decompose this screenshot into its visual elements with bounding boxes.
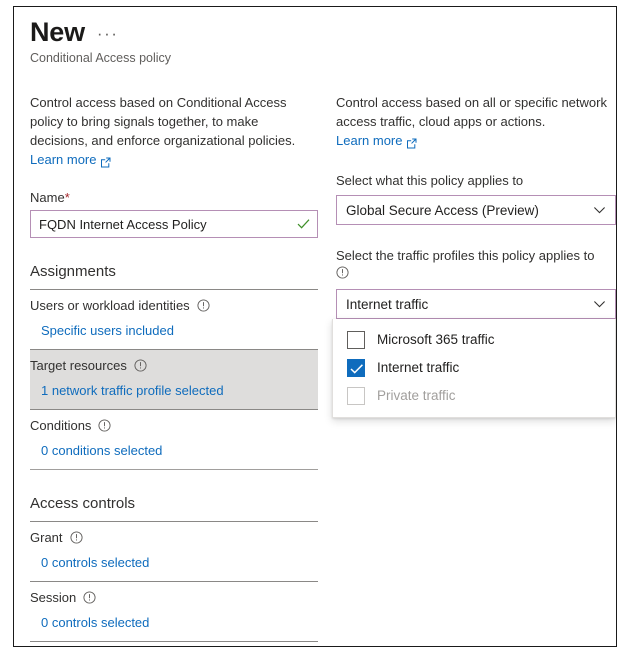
right-learn-more-label: Learn more: [336, 131, 402, 150]
valid-check-icon: [297, 218, 310, 231]
assignment-title-conditions-text: Conditions: [30, 417, 91, 434]
chevron-down-icon: [593, 298, 606, 311]
panel-header: New ··· Conditional Access policy: [30, 17, 590, 66]
assignment-title-users-text: Users or workload identities: [30, 297, 190, 314]
assignment-title-target-resources: Target resources: [30, 357, 318, 374]
control-title-session: Session: [30, 589, 318, 606]
control-block-session[interactable]: Session 0 controls selected: [30, 582, 318, 641]
external-link-icon: [100, 154, 111, 165]
conditional-access-policy-panel: New ··· Conditional Access policy Contro…: [13, 6, 617, 647]
checkbox-disabled-icon: [347, 387, 365, 405]
assignment-block-users[interactable]: Users or workload identities Specific us…: [30, 290, 318, 349]
required-asterisk: *: [65, 190, 70, 205]
assignment-link-wrapper-conditions: 0 conditions selected: [30, 441, 318, 460]
traffic-profiles-label-text: Select the traffic profiles this policy …: [336, 248, 594, 263]
control-block-grant[interactable]: Grant 0 controls selected: [30, 522, 318, 581]
traffic-profiles-info-wrapper: [336, 266, 616, 284]
traffic-profiles-label: Select the traffic profiles this policy …: [336, 247, 616, 284]
chevron-down-icon: [593, 204, 606, 217]
control-title-grant: Grant: [30, 529, 318, 546]
traffic-profiles-select[interactable]: Internet traffic: [336, 289, 616, 319]
dropdown-option-microsoft-365-traffic[interactable]: Microsoft 365 traffic: [333, 326, 615, 354]
dropdown-option-internet-traffic[interactable]: Internet traffic: [333, 354, 615, 382]
info-icon[interactable]: [336, 266, 349, 279]
info-icon[interactable]: [134, 359, 147, 372]
info-icon[interactable]: [83, 591, 96, 604]
control-link-grant[interactable]: 0 controls selected: [41, 553, 149, 572]
page-title: New: [30, 17, 85, 47]
checkbox-checked-icon[interactable]: [347, 359, 365, 377]
left-column: Control access based on Conditional Acce…: [30, 93, 318, 642]
checkbox-unchecked-icon[interactable]: [347, 331, 365, 349]
divider: [30, 469, 318, 470]
assignments-heading: Assignments: [30, 262, 318, 282]
left-learn-more-label: Learn more: [30, 150, 96, 169]
control-title-grant-text: Grant: [30, 529, 63, 546]
info-icon[interactable]: [197, 299, 210, 312]
name-input-wrapper[interactable]: [30, 210, 318, 238]
control-link-wrapper-session: 0 controls selected: [30, 613, 318, 632]
right-column: Control access based on all or specific …: [336, 93, 616, 418]
assignment-link-target-resources[interactable]: 1 network traffic profile selected: [41, 381, 224, 400]
info-icon[interactable]: [70, 531, 83, 544]
assignment-link-wrapper-users: Specific users included: [30, 321, 318, 340]
traffic-profiles-dropdown-list: Microsoft 365 traffic Internet traffic P…: [332, 319, 616, 418]
dropdown-option-label: Private traffic: [377, 387, 456, 405]
control-title-session-text: Session: [30, 589, 76, 606]
applies-to-select[interactable]: Global Secure Access (Preview): [336, 195, 616, 225]
divider: [30, 641, 318, 642]
page-subtitle: Conditional Access policy: [30, 50, 590, 66]
applies-to-label: Select what this policy applies to: [336, 172, 616, 190]
control-link-wrapper-grant: 0 controls selected: [30, 553, 318, 572]
left-learn-more-link[interactable]: Learn more: [30, 150, 111, 169]
external-link-icon: [406, 135, 417, 146]
access-controls-heading: Access controls: [30, 494, 318, 514]
name-field-label: Name*: [30, 189, 318, 206]
left-intro-text: Control access based on Conditional Acce…: [30, 93, 318, 150]
applies-to-select-value: Global Secure Access (Preview): [346, 203, 539, 218]
assignment-block-conditions[interactable]: Conditions 0 conditions selected: [30, 410, 318, 469]
info-icon[interactable]: [98, 419, 111, 432]
dropdown-option-label: Microsoft 365 traffic: [377, 331, 495, 349]
name-label-text: Name: [30, 190, 65, 205]
right-intro-text: Control access based on all or specific …: [336, 93, 616, 131]
assignment-title-conditions: Conditions: [30, 417, 318, 434]
assignment-link-wrapper-target-resources: 1 network traffic profile selected: [30, 381, 318, 400]
assignment-link-users[interactable]: Specific users included: [41, 321, 174, 340]
assignment-title-users: Users or workload identities: [30, 297, 318, 314]
more-options-ellipsis-icon[interactable]: ···: [97, 25, 118, 47]
traffic-profiles-select-value: Internet traffic: [346, 297, 428, 312]
control-link-session[interactable]: 0 controls selected: [41, 613, 149, 632]
title-row: New ···: [30, 17, 590, 47]
dropdown-option-label: Internet traffic: [377, 359, 459, 377]
dropdown-option-private-traffic: Private traffic: [333, 382, 615, 410]
assignment-block-target-resources[interactable]: Target resources 1 network traffic profi…: [30, 350, 318, 409]
name-input[interactable]: [39, 217, 291, 232]
right-learn-more-link[interactable]: Learn more: [336, 131, 417, 150]
assignment-link-conditions[interactable]: 0 conditions selected: [41, 441, 162, 460]
assignment-title-target-resources-text: Target resources: [30, 357, 127, 374]
